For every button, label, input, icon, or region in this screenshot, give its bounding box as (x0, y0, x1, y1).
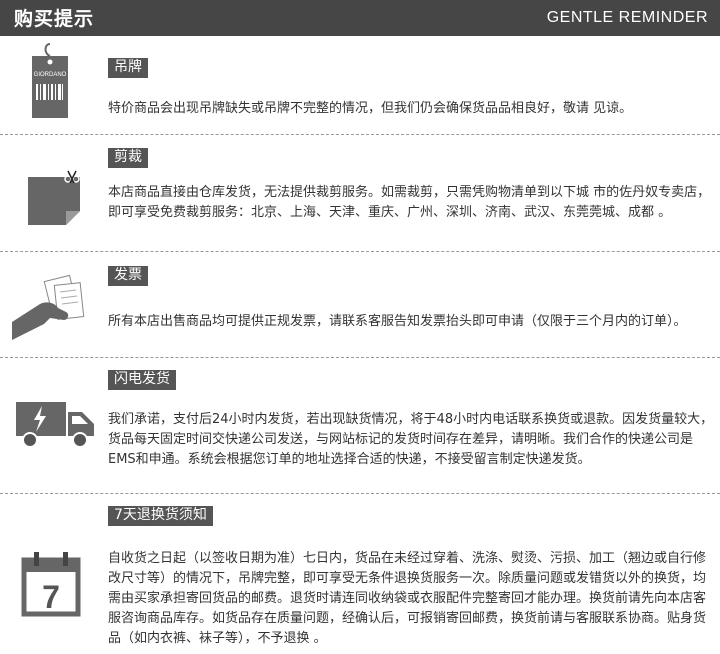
calendar-number: 7 (42, 579, 60, 615)
hand-receipt-icon (12, 274, 85, 340)
section-text: 所有本店出售商品均可提供正规发票，请联系客服告知发票抬头即可申请（仅限于三个月内… (108, 314, 687, 329)
section-label: 吊牌 (108, 58, 148, 78)
section-invoice: 发票 所有本店出售商品均可提供正规发票，请联系客服告知发票抬头即可申请（仅限于三… (0, 252, 720, 358)
section-text: 自收货之日起（以签收日期为准）七日内，货品在未经过穿着、洗涤、熨烫、污损、加工（… (108, 551, 707, 646)
scissors-fabric-icon (28, 170, 80, 225)
section-label: 7天退换货须知 (108, 506, 213, 526)
hang-tag-icon: GIORDANO (32, 43, 68, 118)
header-bar: 购买提示 GENTLE REMINDER (0, 0, 720, 36)
page-subtitle: GENTLE REMINDER (546, 9, 708, 26)
section-tailoring: 剪裁 本店商品直接由仓库发货，无法提供裁剪服务。如需裁剪，只需凭购物清单到以下城… (0, 135, 720, 252)
tag-brand-text: GIORDANO (34, 72, 67, 78)
delivery-truck-icon (16, 402, 94, 448)
section-label: 剪裁 (108, 148, 148, 168)
section-returns: 7 7天退换货须知 自收货之日起（以签收日期为准）七日内，货品在未经过穿着、洗涤… (0, 494, 720, 654)
section-text: 我们承诺，支付后24小时内发货，若出现缺货情况，将于48小时内电话联系换货或退款… (108, 412, 714, 467)
section-fast-shipping: 闪电发货 我们承诺，支付后24小时内发货，若出现缺货情况，将于48小时内电话联系… (0, 358, 720, 494)
section-text: 本店商品直接由仓库发货，无法提供裁剪服务。如需裁剪，只需凭购物清单到以下城 市的… (108, 185, 711, 220)
calendar-7-icon: 7 (21, 552, 81, 617)
section-text: 特价商品会出现吊牌缺失或吊牌不完整的情况，但我们仍会确保货品品相良好，敬请 见谅… (108, 101, 633, 116)
section-label: 闪电发货 (108, 370, 176, 390)
section-label: 发票 (108, 266, 148, 286)
page-title: 购买提示 (14, 8, 95, 30)
section-hang-tag: GIORDANO 吊牌 特价商品会出现吊牌缺失或吊牌不完整的情况，但我们仍会确保… (0, 36, 720, 135)
